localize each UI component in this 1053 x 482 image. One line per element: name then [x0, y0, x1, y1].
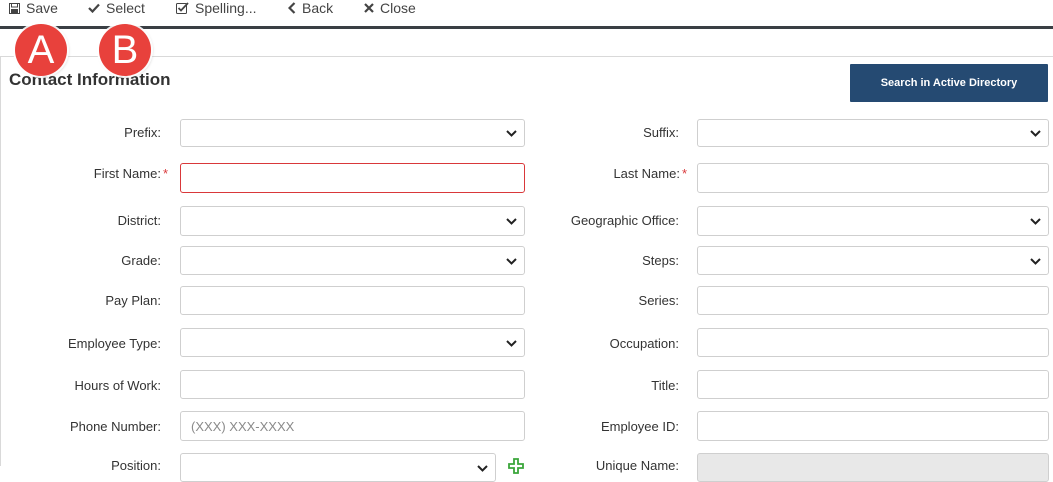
grade-select[interactable]: [180, 246, 525, 275]
pay-plan-field[interactable]: [180, 286, 525, 315]
suffix-select[interactable]: [697, 119, 1049, 147]
title-field[interactable]: [697, 370, 1049, 399]
unique-name-field: [697, 453, 1049, 482]
x-icon: [364, 3, 374, 13]
close-label: Close: [380, 0, 416, 16]
hours-of-work-label: Hours of Work:: [74, 378, 161, 393]
employee-type-select[interactable]: [180, 328, 525, 357]
last-name-field[interactable]: [697, 163, 1049, 193]
district-label: District:: [117, 213, 161, 228]
prefix-label: Prefix:: [124, 125, 161, 140]
employee-id-label: Employee ID:: [600, 419, 679, 434]
callout-b: B: [99, 24, 151, 76]
steps-label: Steps:: [642, 253, 679, 268]
chevron-left-icon: [288, 2, 296, 14]
phone-placeholder: (XXX) XXX-XXXX: [191, 418, 295, 434]
spelling-button[interactable]: Spelling...: [176, 0, 256, 16]
select-button[interactable]: Select: [88, 0, 145, 16]
checkmark-icon: [88, 3, 100, 13]
select-label: Select: [106, 0, 145, 16]
save-label: Save: [26, 0, 58, 16]
required-marker: *: [681, 166, 687, 181]
position-select[interactable]: [180, 453, 496, 482]
occupation-label: Occupation:: [609, 336, 679, 351]
series-label: Series:: [638, 293, 679, 308]
back-label: Back: [302, 0, 334, 16]
first-name-field[interactable]: [180, 163, 525, 193]
employee-id-field[interactable]: [697, 411, 1049, 441]
checkbox-icon: [176, 2, 189, 14]
chevron-down-icon: [1030, 253, 1041, 268]
search-active-directory-button[interactable]: Search in Active Directory: [850, 64, 1048, 102]
phone-number-field[interactable]: (XXX) XXX-XXXX: [180, 411, 525, 441]
employee-type-label: Employee Type:: [68, 336, 161, 351]
geographic-office-select[interactable]: [697, 206, 1049, 236]
back-button[interactable]: Back: [288, 0, 333, 16]
spelling-label: Spelling...: [195, 0, 257, 16]
chevron-down-icon: [1030, 126, 1041, 141]
hours-of-work-field[interactable]: [180, 370, 525, 399]
close-button[interactable]: Close: [364, 0, 416, 16]
pay-plan-label: Pay Plan:: [105, 293, 161, 308]
chevron-down-icon: [477, 460, 488, 475]
phone-number-label: Phone Number:: [69, 419, 161, 434]
series-field[interactable]: [697, 286, 1049, 315]
last-name-label: Last Name: *: [613, 166, 687, 181]
chevron-down-icon: [506, 126, 517, 141]
geographic-office-label: Geographic Office:: [570, 213, 679, 228]
card-border: [0, 57, 1, 466]
section-divider: [0, 56, 1053, 57]
suffix-label: Suffix:: [643, 125, 679, 140]
required-marker: *: [162, 166, 168, 181]
floppy-disk-icon: [9, 2, 20, 14]
callout-a: A: [15, 24, 67, 76]
toolbar: Save Select Spelling... Back Close: [0, 0, 1053, 29]
title-label: Title:: [651, 378, 679, 393]
first-name-label: First Name: *: [93, 166, 168, 181]
occupation-field[interactable]: [697, 328, 1049, 357]
save-button[interactable]: Save: [9, 0, 58, 16]
grade-label: Grade:: [121, 253, 161, 268]
add-position-plus-icon[interactable]: [508, 458, 524, 479]
chevron-down-icon: [506, 253, 517, 268]
chevron-down-icon: [1030, 214, 1041, 229]
district-select[interactable]: [180, 206, 525, 236]
steps-select[interactable]: [697, 246, 1049, 275]
chevron-down-icon: [506, 214, 517, 229]
prefix-select[interactable]: [180, 119, 525, 147]
chevron-down-icon: [506, 335, 517, 350]
